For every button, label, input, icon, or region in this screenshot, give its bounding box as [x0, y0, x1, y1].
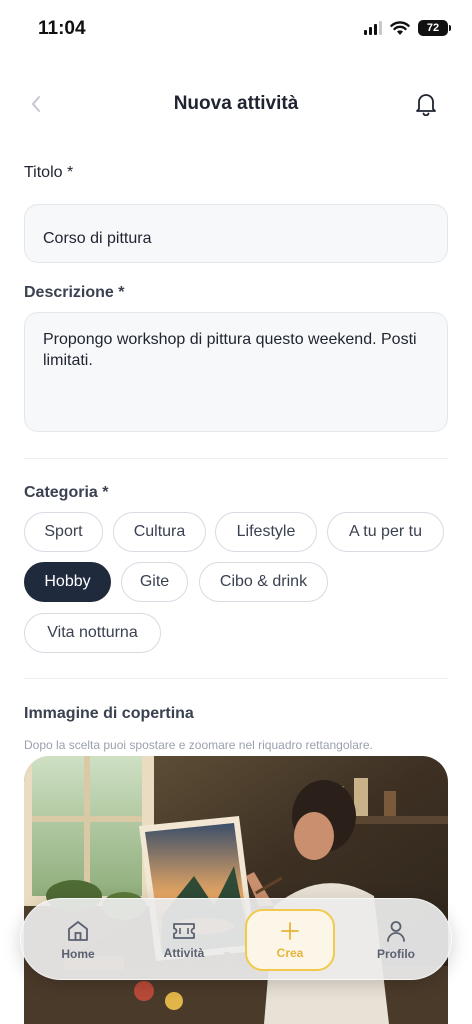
- divider: [24, 458, 448, 459]
- bell-icon: [416, 94, 436, 116]
- tab-bar: Home Attività Crea Profilo: [20, 898, 452, 980]
- tab-home-label: Home: [61, 947, 95, 961]
- divider: [24, 678, 448, 679]
- cover-image[interactable]: [24, 756, 448, 1024]
- wifi-icon: [390, 20, 410, 35]
- plus-icon: [281, 922, 299, 940]
- cover-photo: [24, 756, 448, 1024]
- notifications-button[interactable]: [412, 90, 440, 118]
- title-input[interactable]: Corso di pittura: [24, 204, 448, 263]
- chip-sport[interactable]: Sport: [24, 512, 103, 552]
- status-time: 11:04: [38, 18, 86, 39]
- description-textarea[interactable]: Propongo workshop di pittura questo week…: [24, 312, 448, 432]
- chip-hobby[interactable]: Hobby: [24, 562, 111, 602]
- description-label: Descrizione *: [24, 284, 125, 301]
- chip-lifestyle[interactable]: Lifestyle: [215, 512, 317, 552]
- tab-crea[interactable]: Crea: [245, 909, 335, 971]
- status-icons: 72: [364, 20, 451, 36]
- tab-crea-label: Crea: [276, 946, 304, 960]
- chip-cibo-drink[interactable]: Cibo & drink: [199, 562, 328, 602]
- user-icon: [387, 921, 405, 942]
- chip-cultura[interactable]: Cultura: [113, 512, 206, 552]
- cellular-signal-icon: [364, 21, 382, 35]
- tab-attivita-label: Attività: [163, 946, 205, 960]
- status-bar: 11:04 72: [0, 0, 472, 60]
- cover-hint: Dopo la scelta puoi spostare e zoomare n…: [24, 738, 373, 752]
- page-title: Nuova attività: [173, 93, 299, 114]
- tab-profilo-label: Profilo: [377, 947, 415, 961]
- tab-home[interactable]: Home: [33, 909, 123, 971]
- ticket-icon: [173, 923, 195, 939]
- chip-gite[interactable]: Gite: [121, 562, 188, 602]
- chip-vita-notturna[interactable]: Vita notturna: [24, 613, 161, 653]
- header: Nuova attività: [0, 84, 472, 124]
- battery-icon: 72: [418, 20, 451, 36]
- chip-a-tu-per-tu[interactable]: A tu per tu: [327, 512, 444, 552]
- tab-attivita[interactable]: Attività: [139, 909, 229, 971]
- category-label: Categoria *: [24, 484, 109, 501]
- tab-profilo[interactable]: Profilo: [351, 909, 441, 971]
- title-label: Titolo *: [24, 164, 74, 181]
- cover-label: Immagine di copertina: [24, 705, 194, 722]
- home-icon: [68, 921, 88, 941]
